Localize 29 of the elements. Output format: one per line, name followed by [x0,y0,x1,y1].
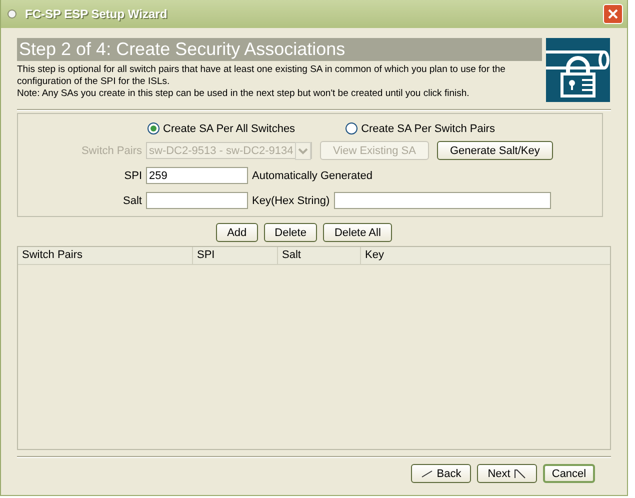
wizard-button[interactable]: Add [216,223,258,242]
description-text: This step is optional for all switch pairs that have at least one existing SA in common of which you plan to use for the configuration of the SPI for the ISLs. [17,64,506,88]
step-title: Step 2 of 4: Create Security Associations [17,38,542,61]
field-label: SPI [123,170,142,182]
radio-option[interactable]: Create SA Per All Switches [147,122,296,135]
wizard-button[interactable]: Delete All [323,223,392,242]
field-label: Key(Hex String) [252,194,330,206]
wizard-button[interactable]: Back [411,464,471,483]
wizard-button[interactable]: Next [477,464,537,483]
wizard-button[interactable]: Cancel [543,464,595,483]
field-label: Switch Pairs [80,144,142,156]
radio-option[interactable]: Create SA Per Switch Pairs [345,122,495,135]
column-header[interactable]: Salt [278,247,361,264]
field-label: Salt [122,194,142,206]
column-header[interactable]: Switch Pairs [18,247,193,264]
window-title: FC-SP ESP Setup Wizard [25,7,168,21]
column-header[interactable]: Key [361,247,610,264]
salt-field[interactable] [146,192,248,209]
close-icon [608,9,618,19]
key-field[interactable] [334,192,551,209]
wizard-button[interactable]: Generate Salt/Key [436,141,553,160]
wizard-button[interactable]: Delete [264,223,318,242]
pipe-padlock-icon [546,38,610,102]
column-header[interactable]: SPI [193,247,278,264]
note-text: Note: Any SAs you create in this step can be used in the next step but won't be created until you click finish. [17,88,470,100]
close-button[interactable] [603,4,623,24]
hint-text: Automatically Generated [252,170,372,182]
spi-field[interactable]: 259 [146,167,248,184]
app-icon [7,9,17,19]
